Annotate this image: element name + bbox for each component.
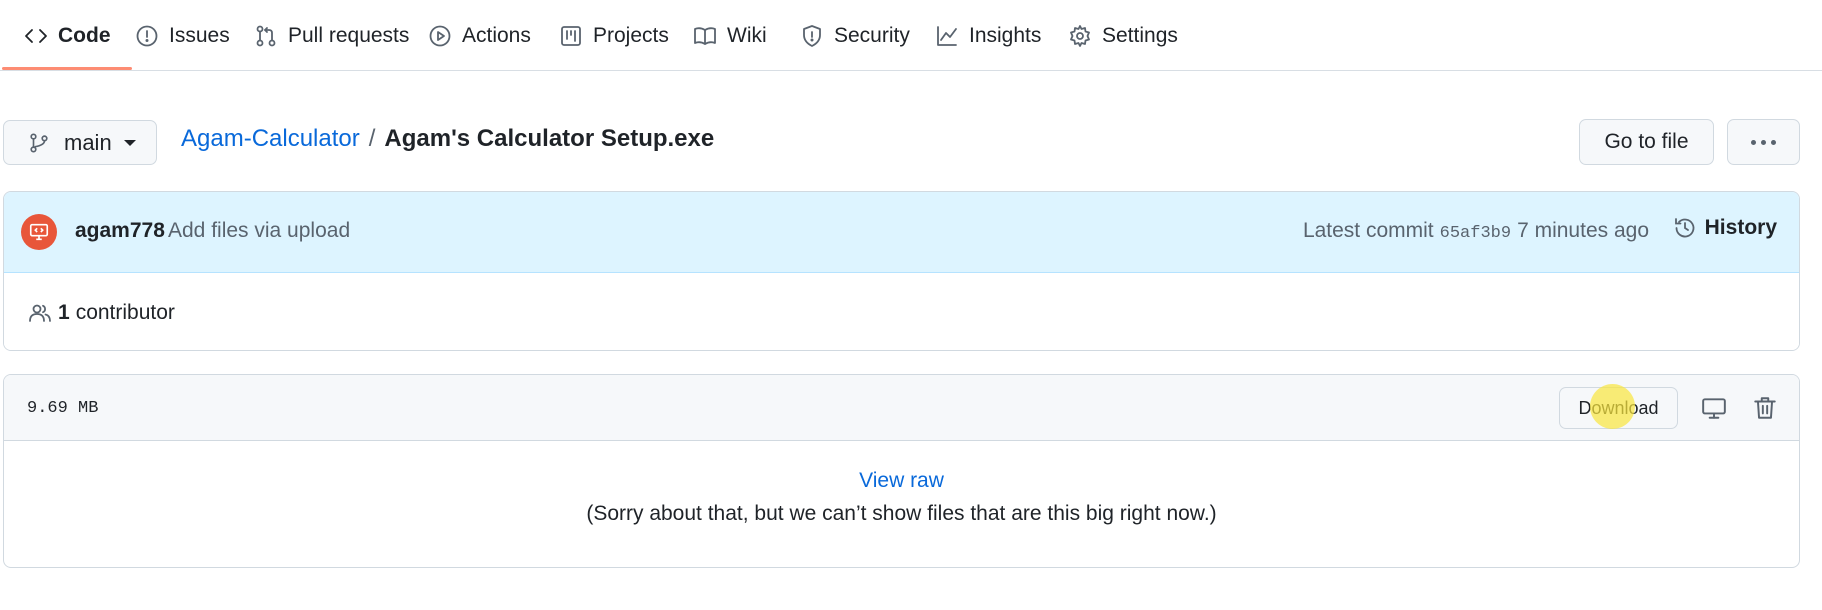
tab-actions-label: Actions bbox=[462, 23, 531, 47]
file-body: View raw (Sorry about that, but we can’t… bbox=[4, 441, 1799, 567]
play-icon bbox=[429, 25, 451, 46]
chevron-down-icon bbox=[123, 139, 136, 146]
issue-icon bbox=[136, 25, 158, 46]
gear-icon bbox=[1070, 24, 1090, 47]
commit-author-link[interactable]: agam778 bbox=[75, 219, 165, 243]
view-raw-link[interactable]: View raw bbox=[4, 469, 1799, 493]
history-button[interactable]: History bbox=[1673, 216, 1777, 240]
contributor-count: 1 bbox=[58, 300, 70, 324]
breadcrumb-separator: / bbox=[368, 125, 376, 152]
commit-message-link[interactable]: Add files via upload bbox=[168, 219, 350, 243]
graph-icon bbox=[937, 25, 957, 46]
tab-settings-label: Settings bbox=[1102, 23, 1178, 47]
commit-time: 7 minutes ago bbox=[1517, 219, 1649, 242]
tab-pull-requests[interactable]: Pull requests bbox=[252, 0, 411, 71]
commit-meta: Latest commit 65af3b9 7 minutes ago bbox=[1303, 219, 1649, 243]
tab-issues-label: Issues bbox=[169, 23, 230, 47]
latest-commit-label: Latest commit bbox=[1302, 219, 1434, 242]
tab-issues[interactable]: Issues bbox=[133, 0, 232, 71]
contributors-row[interactable]: 1 contributor bbox=[4, 273, 1799, 350]
branch-selector-button[interactable]: main bbox=[3, 120, 157, 165]
code-icon bbox=[25, 28, 47, 43]
book-icon bbox=[694, 26, 716, 45]
avatar[interactable] bbox=[21, 214, 57, 250]
desktop-icon bbox=[1702, 398, 1726, 419]
delete-file-button[interactable] bbox=[1748, 391, 1782, 425]
tab-code[interactable]: Code bbox=[22, 0, 113, 71]
git-branch-icon bbox=[30, 132, 48, 153]
tab-projects-label: Projects bbox=[593, 23, 669, 47]
contributor-label: contributor bbox=[75, 300, 175, 324]
people-icon bbox=[29, 304, 51, 322]
kebab-dot-icon bbox=[1761, 139, 1766, 145]
download-button[interactable]: Download bbox=[1559, 387, 1678, 429]
monitor-code-icon bbox=[29, 223, 49, 241]
commit-box: agam778 Add files via upload Latest comm… bbox=[3, 191, 1800, 351]
more-options-button[interactable] bbox=[1727, 119, 1800, 165]
file-box: 9.69 MB Download View raw (Sorry about t… bbox=[3, 374, 1800, 568]
tab-actions[interactable]: Actions bbox=[426, 0, 533, 71]
tab-security-label: Security bbox=[834, 23, 910, 47]
history-label: History bbox=[1704, 216, 1777, 239]
tab-wiki-label: Wiki bbox=[727, 23, 767, 47]
breadcrumb-file-name: Agam's Calculator Setup.exe bbox=[384, 125, 715, 152]
tab-insights-label: Insights bbox=[969, 23, 1042, 47]
pull-request-icon bbox=[256, 25, 276, 46]
history-icon bbox=[1674, 218, 1694, 238]
tab-code-label: Code bbox=[58, 23, 111, 47]
file-header: 9.69 MB Download bbox=[4, 375, 1799, 441]
file-size: 9.69 MB bbox=[27, 399, 99, 418]
tab-pull-requests-label: Pull requests bbox=[288, 23, 410, 47]
trash-icon bbox=[1754, 397, 1776, 419]
latest-commit-header: agam778 Add files via upload Latest comm… bbox=[4, 192, 1799, 273]
tab-settings[interactable]: Settings bbox=[1066, 0, 1180, 71]
shield-icon bbox=[803, 24, 821, 47]
kebab-dot-icon bbox=[1771, 139, 1776, 145]
tab-projects[interactable]: Projects bbox=[557, 0, 671, 71]
commit-sha-link[interactable]: 65af3b9 bbox=[1440, 224, 1511, 243]
tab-security[interactable]: Security bbox=[798, 0, 912, 71]
active-tab-underline bbox=[2, 67, 132, 70]
open-in-desktop-button[interactable] bbox=[1697, 391, 1731, 425]
tab-wiki[interactable]: Wiki bbox=[691, 0, 769, 71]
kebab-dot-icon bbox=[1751, 139, 1756, 145]
go-to-file-button[interactable]: Go to file bbox=[1579, 119, 1714, 165]
repo-nav: Code Issues Pull requests Actions Projec… bbox=[0, 0, 1822, 71]
breadcrumb: Agam-Calculator / Agam's Calculator Setu… bbox=[181, 124, 714, 154]
project-board-icon bbox=[561, 25, 581, 46]
file-too-big-message: (Sorry about that, but we can’t show fil… bbox=[586, 502, 1217, 525]
tab-insights[interactable]: Insights bbox=[933, 0, 1043, 71]
breadcrumb-repo-link[interactable]: Agam-Calculator bbox=[181, 125, 360, 153]
branch-name: main bbox=[64, 129, 112, 155]
